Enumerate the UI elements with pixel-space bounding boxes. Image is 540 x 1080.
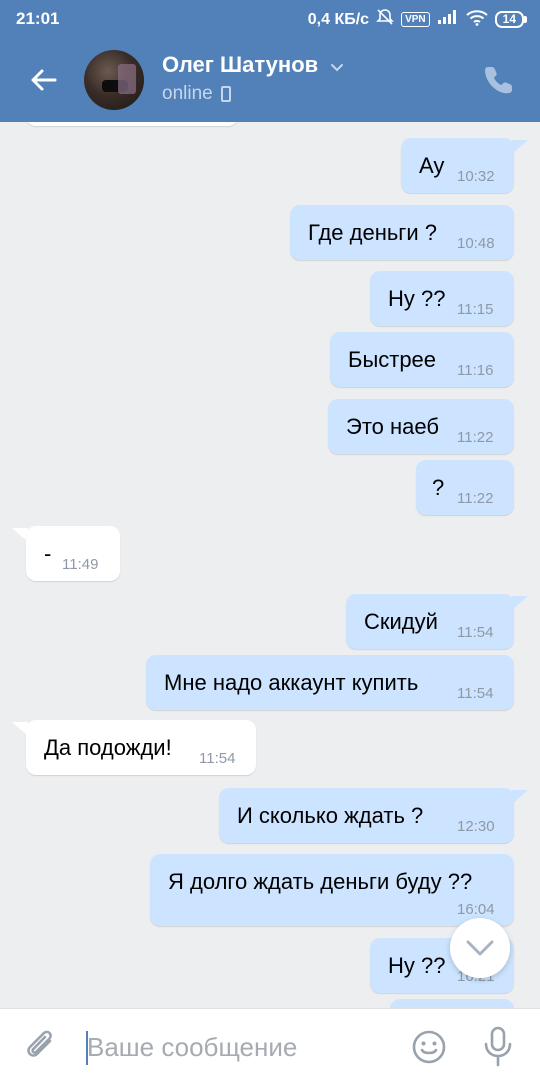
message-time: 11:54 <box>199 750 236 767</box>
network-speed: 0,4 КБ/с <box>307 10 370 28</box>
message-text: Я долго ждать деньги буду ?? <box>168 869 473 894</box>
message-text: Мне надо аккаунт купить <box>164 670 419 695</box>
mute-bell-icon <box>376 8 395 31</box>
message-time: 11:49 <box>62 556 99 573</box>
emoji-icon[interactable] <box>410 1028 448 1066</box>
message-time: 11:15 <box>457 301 494 318</box>
microphone-icon[interactable] <box>480 1025 516 1069</box>
bubble-tail <box>512 790 528 804</box>
status-time: 21:01 <box>16 9 60 28</box>
scroll-down-icon[interactable] <box>450 918 510 978</box>
message-bubble-outgoing[interactable]: Это наеб 11:22 <box>328 399 514 454</box>
message-text: Ну ?? <box>388 953 446 978</box>
message-text: ? <box>432 475 445 500</box>
back-arrow-icon[interactable] <box>22 58 66 102</box>
avatar[interactable] <box>84 50 144 110</box>
message-bubble-incoming[interactable]: Да подожди! 11:54 <box>26 720 256 775</box>
message-bubble-incoming[interactable]: - 11:49 <box>26 526 120 581</box>
contact-name[interactable]: Олег Шатунов <box>162 52 318 78</box>
wifi-icon <box>465 9 488 31</box>
message-bubble-outgoing[interactable]: Быстрее 11:16 <box>330 332 514 387</box>
vpn-badge: VPN <box>401 12 430 27</box>
message-time: 11:54 <box>457 624 494 641</box>
message-bubble-outgoing[interactable]: Ау 10:32 <box>401 138 514 193</box>
presence-status: online <box>162 83 231 105</box>
bubble-tail <box>512 140 528 154</box>
battery-indicator: 14 <box>494 11 528 28</box>
message-bubble-outgoing[interactable]: Мне надо аккаунт купить 11:54 <box>146 655 514 710</box>
mobile-phone-icon <box>220 86 231 102</box>
message-bubble-partial <box>390 999 514 1008</box>
message-time: 11:16 <box>457 362 494 379</box>
status-bar: 21:01 0,4 КБ/с VPN 14 <box>0 0 540 38</box>
paperclip-icon[interactable] <box>22 1027 62 1067</box>
signal-icon <box>437 9 459 30</box>
message-time: 11:22 <box>457 429 494 446</box>
message-time: 11:22 <box>457 490 494 507</box>
message-time: 10:48 <box>457 235 495 252</box>
bubble-tail <box>512 596 528 610</box>
message-bubble-outgoing[interactable]: Я долго ждать деньги буду ?? 16:04 <box>150 854 514 926</box>
message-time: 10:32 <box>457 168 495 185</box>
message-input[interactable] <box>87 1027 387 1067</box>
message-text: Да подожди! <box>44 735 172 760</box>
message-text: Быстрее <box>348 347 437 372</box>
chat-header: Олег Шатунов online <box>0 38 540 122</box>
message-bubble-outgoing[interactable]: Скидуй 11:54 <box>346 594 514 649</box>
message-text: Ау <box>419 153 445 178</box>
message-text: И сколько ждать ? <box>237 803 424 828</box>
message-time: 16:04 <box>457 901 495 918</box>
message-text: Это наеб <box>346 414 439 439</box>
status-indicators: 0,4 КБ/с VPN 14 <box>307 8 528 31</box>
message-text: Ну ?? <box>388 286 446 311</box>
message-bubble-outgoing[interactable]: Ну ?? 11:15 <box>370 271 514 326</box>
message-time: 12:30 <box>457 818 495 835</box>
message-text: Скидуй <box>364 609 438 634</box>
message-list[interactable]: Ау 10:32 Где деньги ? 10:48 Ну ?? 11:15 … <box>0 122 540 1008</box>
presence-text: online <box>162 83 213 104</box>
message-bubble-outgoing[interactable]: Где деньги ? 10:48 <box>290 205 514 260</box>
chevron-down-icon[interactable] <box>328 58 346 76</box>
message-bubble-partial <box>26 122 238 126</box>
message-text: - <box>44 541 52 566</box>
phone-call-icon[interactable] <box>482 62 518 98</box>
message-bubble-outgoing[interactable]: ? 11:22 <box>416 460 514 515</box>
message-text: Где деньги ? <box>308 220 437 245</box>
message-bubble-outgoing[interactable]: И сколько ждать ? 12:30 <box>219 788 514 843</box>
message-time: 11:54 <box>457 685 494 702</box>
message-composer <box>0 1008 540 1080</box>
